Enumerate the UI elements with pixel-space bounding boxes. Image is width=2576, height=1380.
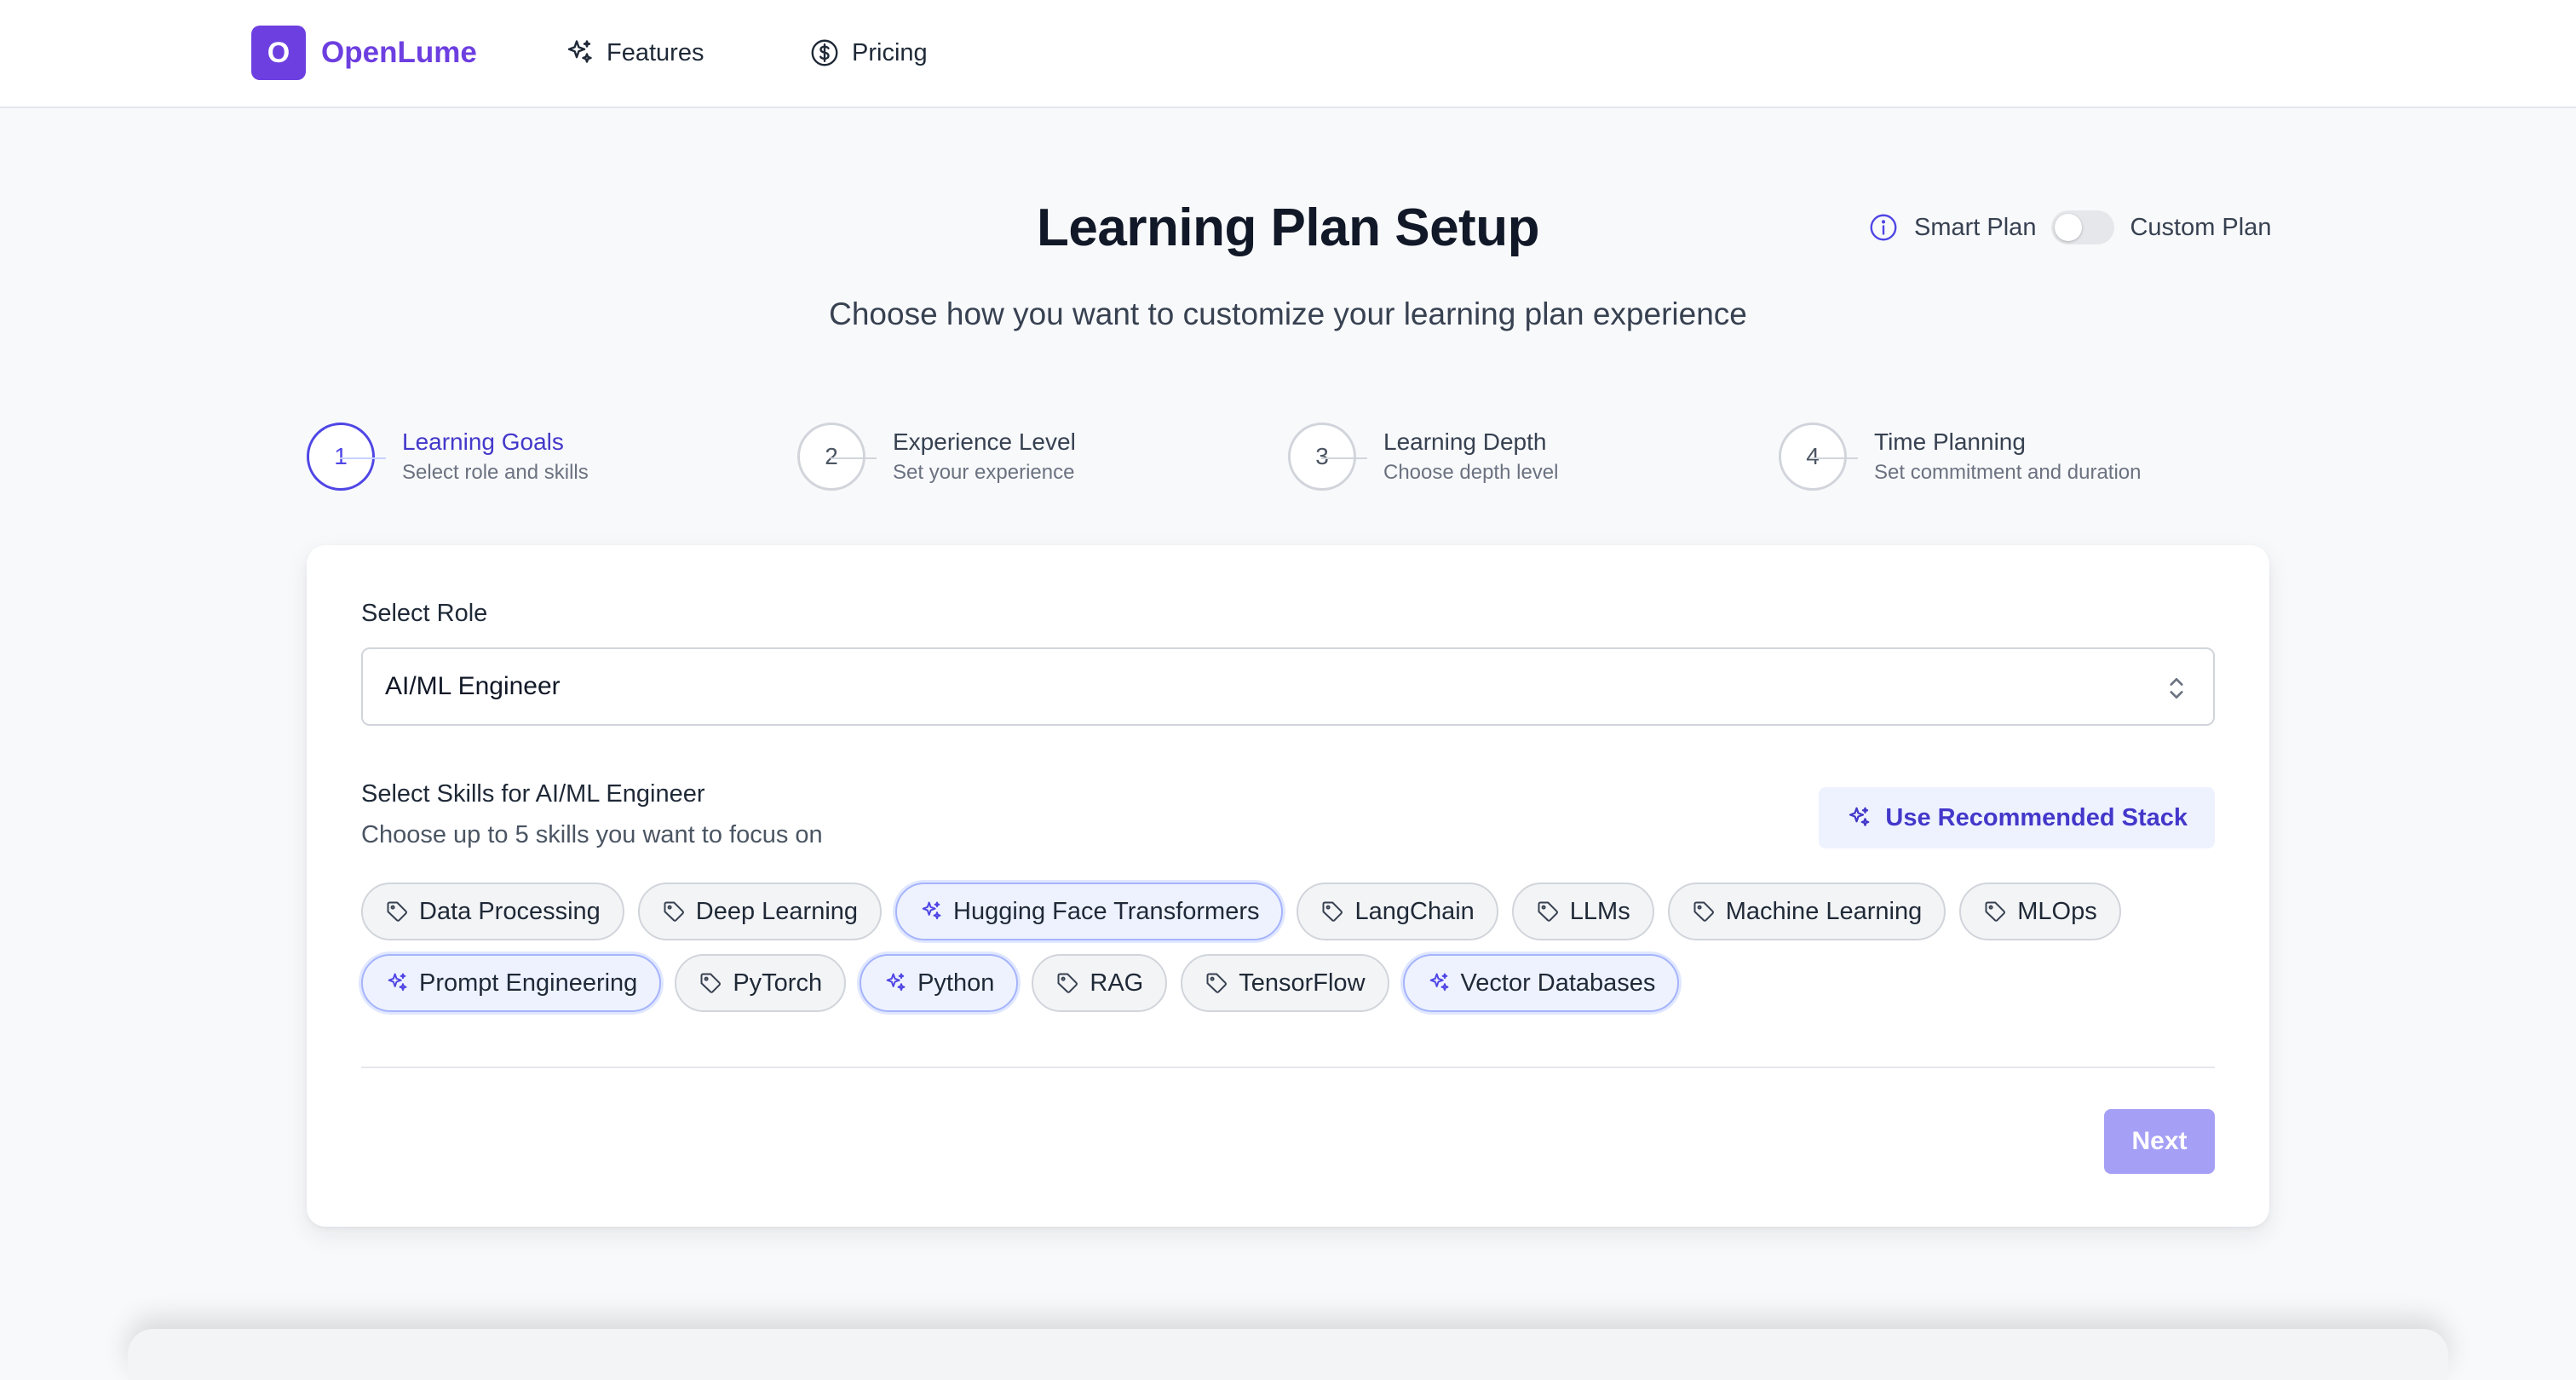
skill-chip-label: TensorFlow [1239, 969, 1366, 997]
role-select-value: AI/ML Engineer [385, 672, 561, 700]
nav-features-label: Features [607, 38, 704, 66]
skill-chip-label: Data Processing [419, 897, 601, 925]
skill-chip[interactable]: Machine Learning [1667, 883, 1946, 940]
sparkles-icon [922, 901, 941, 920]
step-number: 3 [1288, 423, 1367, 491]
tag-icon [1693, 901, 1714, 922]
skill-chip-label: RAG [1090, 969, 1144, 997]
plan-mode-toggle: Smart Plan Custom Plan [1868, 206, 2271, 249]
skill-chip[interactable]: Deep Learning [637, 883, 883, 940]
brand-mark: O [251, 26, 306, 80]
chevron-up-down-icon [2170, 678, 2183, 699]
step-number: 4 [1779, 423, 1858, 491]
info-icon[interactable] [1868, 212, 1899, 243]
step-description: Choose depth level [1383, 461, 1559, 484]
skill-chip[interactable]: MLOps [1959, 883, 2121, 940]
skill-chip-label: Python [917, 969, 995, 997]
tag-icon [1057, 973, 1078, 993]
skill-chip[interactable]: TensorFlow [1181, 954, 1389, 1012]
switch-knob [2055, 214, 2083, 241]
sparkles-icon [388, 973, 407, 992]
step-description: Set your experience [893, 461, 1075, 484]
dollar-circle-icon [811, 39, 838, 66]
tag-icon [1538, 901, 1558, 922]
skill-chip[interactable]: Prompt Engineering [361, 954, 662, 1012]
skill-chip[interactable]: Data Processing [361, 883, 624, 940]
brand-logo-link[interactable]: O OpenLume [251, 25, 477, 81]
step-experience-level[interactable]: 2 Experience Level Set your experience [797, 423, 1076, 491]
skill-chip[interactable]: RAG [1032, 954, 1168, 1012]
role-select[interactable]: AI/ML Engineer [361, 647, 2215, 726]
step-learning-goals[interactable]: 1 Learning Goals Select role and skills [307, 423, 589, 491]
step-number: 1 [307, 423, 386, 491]
tag-icon [700, 973, 722, 993]
brand-name: OpenLume [321, 36, 477, 69]
skill-chip[interactable]: Python [860, 954, 1019, 1012]
tag-icon [1322, 901, 1343, 922]
bottom-panel-edge [128, 1329, 2448, 1380]
next-button[interactable]: Next [2104, 1109, 2215, 1174]
skill-chip-label: PyTorch [733, 969, 823, 997]
step-label: Experience Level [893, 428, 1076, 455]
skill-chip-label: Prompt Engineering [419, 969, 638, 997]
skill-chip-label: Vector Databases [1460, 969, 1656, 997]
nav-pricing-link[interactable]: Pricing [809, 31, 928, 75]
step-time-planning[interactable]: 4 Time Planning Set commitment and durat… [1779, 423, 2142, 491]
step-label: Learning Goals [402, 428, 564, 455]
skills-chip-list: Data Processing Deep Learning Hugging Face… [361, 883, 2235, 1012]
nav-features-link[interactable]: Features [564, 31, 704, 75]
top-navbar: O OpenLume Features Pricing [0, 0, 2576, 108]
card-divider [361, 1067, 2215, 1068]
use-recommended-stack-label: Use Recommended Stack [1885, 803, 2188, 831]
tag-icon [387, 901, 407, 922]
skills-field-label: Select Skills for AI/ML Engineer [361, 780, 705, 808]
custom-plan-label: Custom Plan [2130, 213, 2272, 241]
skill-chip-label: Deep Learning [695, 897, 859, 925]
tag-icon [664, 901, 684, 922]
skill-chip-label: Hugging Face Transformers [953, 897, 1260, 925]
step-learning-depth[interactable]: 3 Learning Depth Choose depth level [1288, 423, 1558, 491]
step-number: 2 [797, 423, 877, 491]
step-label: Learning Depth [1383, 428, 1547, 455]
skill-chip[interactable]: LLMs [1511, 883, 1654, 940]
tag-icon [1985, 901, 2006, 922]
sparkles-icon [886, 973, 906, 992]
skills-field-hint: Choose up to 5 skills you want to focus … [361, 821, 823, 848]
skill-chip[interactable]: Vector Databases [1402, 954, 1680, 1012]
nav-pricing-label: Pricing [852, 38, 928, 66]
skill-chip-label: Machine Learning [1725, 897, 1923, 925]
sparkles-icon [567, 40, 592, 63]
page-subtitle: Choose how you want to customize your le… [829, 296, 1747, 331]
skill-chip[interactable]: LangChain [1297, 883, 1498, 940]
skill-chip-label: LangChain [1354, 897, 1475, 925]
learning-goals-card: Select Role AI/ML Engineer Select Skills… [307, 545, 2269, 1227]
smart-plan-label: Smart Plan [1914, 213, 2037, 241]
step-description: Select role and skills [402, 461, 589, 484]
role-field-label: Select Role [361, 600, 488, 627]
plan-mode-switch[interactable] [2051, 210, 2115, 244]
skill-chip[interactable]: PyTorch [675, 954, 847, 1012]
step-label: Time Planning [1874, 428, 2026, 455]
sparkles-icon [1849, 807, 1870, 826]
skill-chip[interactable]: Hugging Face Transformers [895, 883, 1284, 940]
sparkles-icon [1429, 973, 1449, 992]
tag-icon [1206, 973, 1228, 993]
use-recommended-stack-button[interactable]: Use Recommended Stack [1819, 787, 2215, 848]
skill-chip-label: MLOps [2017, 897, 2097, 925]
step-description: Set commitment and duration [1874, 461, 2142, 484]
skill-chip-label: LLMs [1569, 897, 1630, 925]
